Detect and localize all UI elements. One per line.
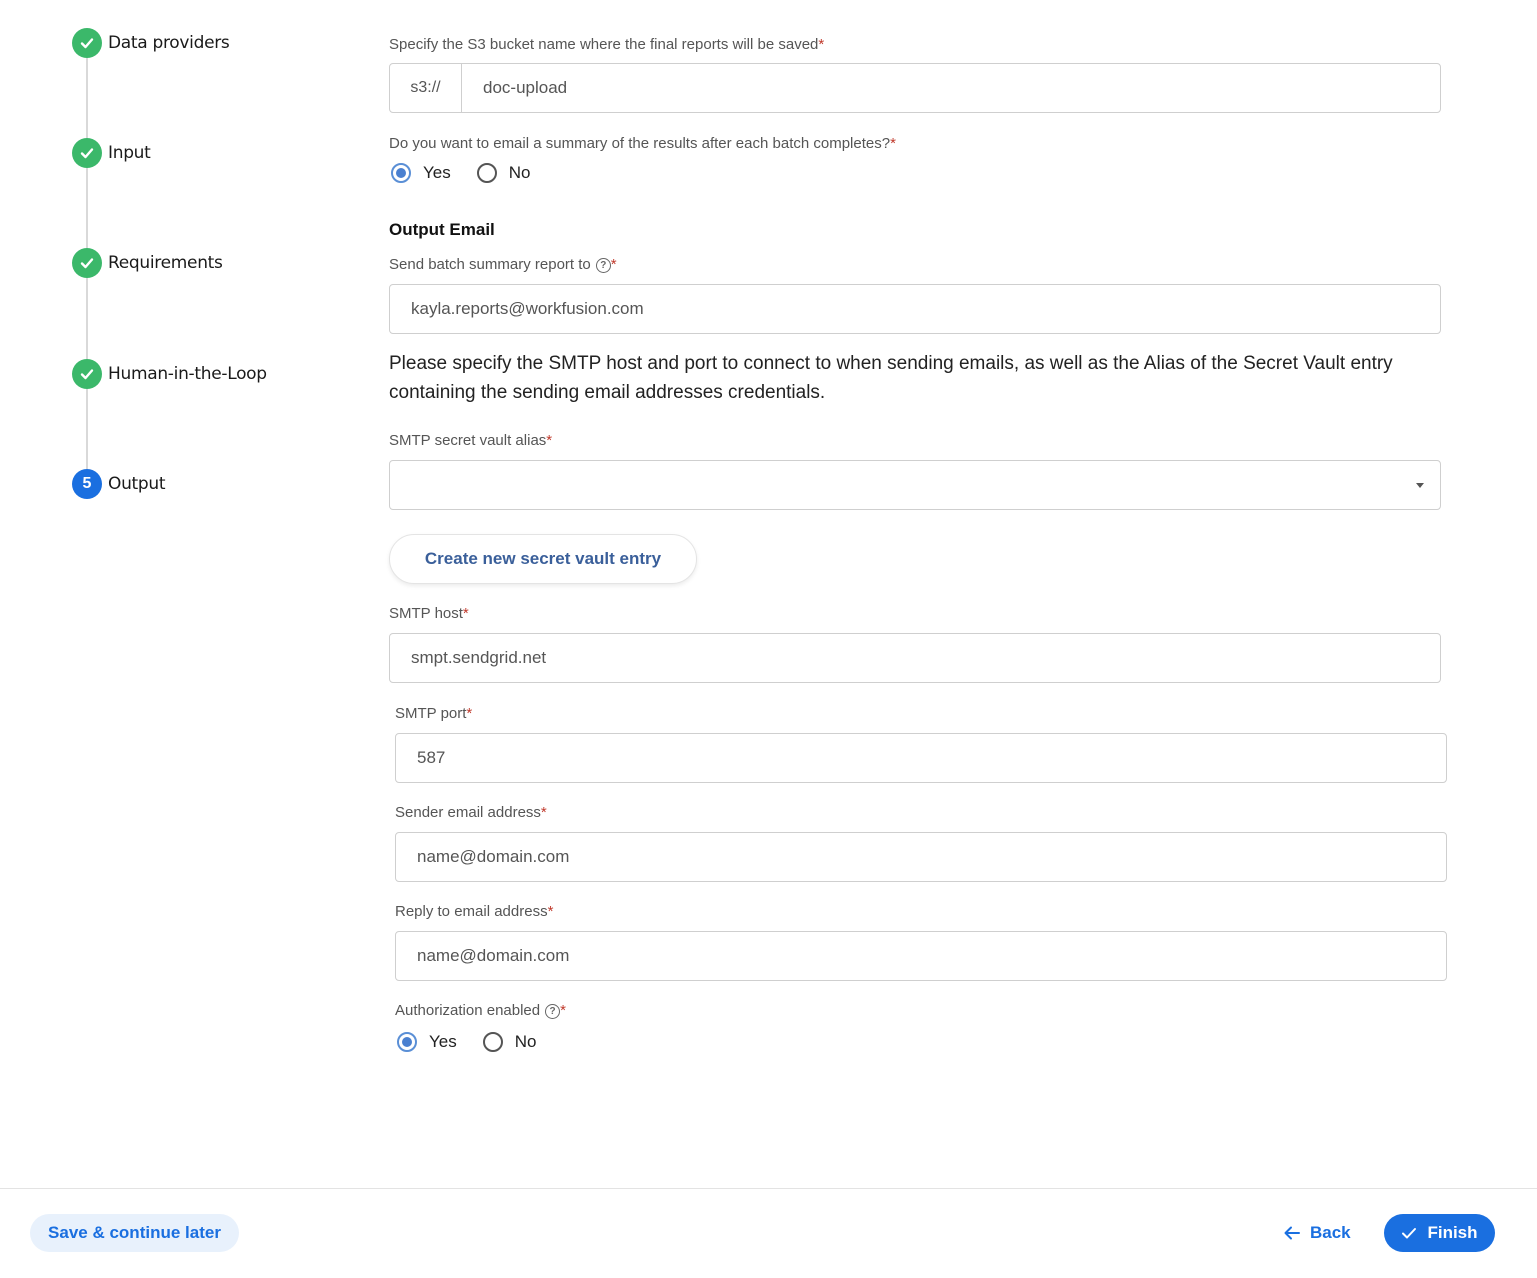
- step-label: Data providers: [108, 33, 230, 53]
- radio-label: No: [514, 1032, 537, 1051]
- step-number: 5: [72, 469, 102, 499]
- send-to-input[interactable]: kayla.reports@workfusion.com: [389, 284, 1441, 334]
- step-connector: [86, 58, 88, 138]
- save-continue-later-button[interactable]: Save & continue later: [30, 1214, 239, 1252]
- step-output[interactable]: 5 Output: [72, 469, 166, 499]
- back-button[interactable]: Back: [1284, 1214, 1351, 1252]
- auth-no-radio[interactable]: [482, 1032, 503, 1052]
- step-label: Input: [108, 143, 151, 163]
- send-to-label: Send batch summary report to? *: [389, 256, 617, 273]
- reply-email-label: Reply to email address*: [395, 903, 554, 920]
- email-summary-question: Do you want to email a summary of the re…: [389, 135, 896, 152]
- auth-enabled-label: Authorization enabled? *: [395, 1002, 566, 1019]
- smtp-host-label: SMTP host*: [389, 605, 469, 622]
- email-summary-no-radio[interactable]: [476, 163, 497, 183]
- reply-email-placeholder: name@domain.com: [417, 946, 570, 965]
- check-icon: [1401, 1226, 1417, 1240]
- radio-label: Yes: [429, 1032, 457, 1051]
- output-email-heading: Output Email: [389, 220, 495, 239]
- caret-down-icon: [1416, 483, 1424, 488]
- back-label: Back: [1310, 1223, 1351, 1242]
- smtp-host-input[interactable]: smpt.sendgrid.net: [389, 633, 1441, 683]
- radio-label: Yes: [423, 163, 451, 182]
- step-data-providers[interactable]: Data providers: [72, 28, 230, 58]
- radio-label: No: [508, 163, 531, 182]
- smtp-port-value: 587: [417, 748, 446, 767]
- sender-email-label: Sender email address*: [395, 804, 547, 821]
- step-connector: [86, 168, 88, 248]
- help-icon[interactable]: ?: [545, 1003, 561, 1019]
- create-vault-entry-button[interactable]: Create new secret vault entry: [389, 534, 697, 584]
- vault-alias-label: SMTP secret vault alias*: [389, 432, 553, 449]
- step-label: Requirements: [108, 253, 223, 273]
- s3-bucket-input[interactable]: doc-upload: [462, 78, 567, 98]
- s3-bucket-field[interactable]: s3:// doc-upload: [389, 63, 1441, 113]
- check-icon: [72, 248, 102, 278]
- email-summary-yes-radio[interactable]: [391, 163, 411, 183]
- arrow-left-icon: [1284, 1226, 1300, 1240]
- step-connector: [86, 389, 88, 469]
- vault-alias-select[interactable]: [389, 460, 1441, 510]
- sender-email-placeholder: name@domain.com: [417, 847, 570, 866]
- check-icon: [72, 359, 102, 389]
- check-icon: [72, 138, 102, 168]
- s3-prefix: s3://: [390, 64, 462, 112]
- help-icon[interactable]: ?: [595, 257, 611, 273]
- send-to-value: kayla.reports@workfusion.com: [411, 299, 644, 318]
- step-connector: [86, 278, 88, 359]
- smtp-port-label: SMTP port*: [395, 705, 473, 722]
- check-icon: [72, 28, 102, 58]
- step-label: Human-in-the-Loop: [108, 364, 267, 384]
- auth-yes-radio[interactable]: [397, 1032, 417, 1052]
- email-summary-radio-group: Yes No: [391, 163, 556, 183]
- step-human-in-the-loop[interactable]: Human-in-the-Loop: [72, 359, 267, 389]
- step-input[interactable]: Input: [72, 138, 151, 168]
- smtp-info-text: Please specify the SMTP host and port to…: [389, 353, 1393, 403]
- finish-button[interactable]: Finish: [1384, 1214, 1495, 1252]
- smtp-port-input[interactable]: 587: [395, 733, 1447, 783]
- s3-bucket-label: Specify the S3 bucket name where the fin…: [389, 36, 825, 53]
- smtp-host-value: smpt.sendgrid.net: [411, 648, 547, 667]
- auth-radio-group: Yes No: [397, 1032, 562, 1052]
- sender-email-input[interactable]: name@domain.com: [395, 832, 1447, 882]
- step-label: Output: [108, 474, 166, 494]
- footer-bar: Save & continue later Back Finish: [0, 1188, 1537, 1278]
- reply-email-input[interactable]: name@domain.com: [395, 931, 1447, 981]
- finish-label: Finish: [1427, 1223, 1478, 1242]
- step-requirements[interactable]: Requirements: [72, 248, 223, 278]
